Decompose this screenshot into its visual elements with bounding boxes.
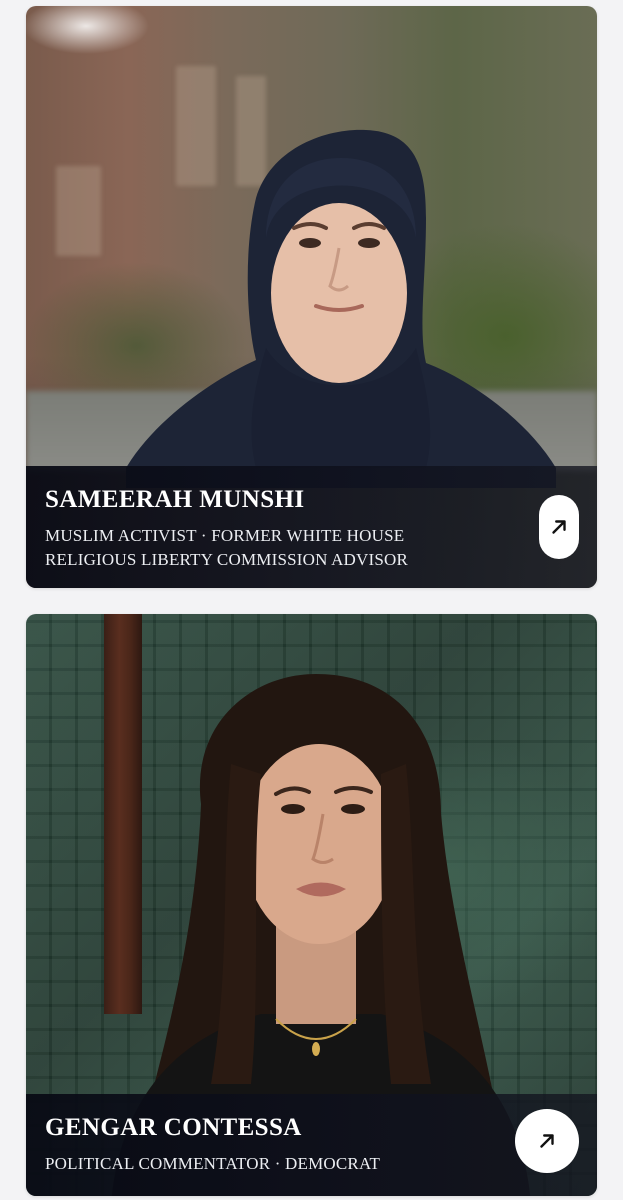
open-profile-button[interactable] xyxy=(515,1109,579,1173)
profile-card[interactable]: SAMEERAH MUNSHI MUSLIM ACTIVIST · FORMER… xyxy=(26,6,597,588)
arrow-up-right-icon xyxy=(552,520,566,534)
portrait-illustration xyxy=(126,129,556,488)
profile-subtitle: POLITICAL COMMENTATOR · DEMOCRAT xyxy=(45,1154,381,1173)
profile-card[interactable]: GENGAR CONTESSA POLITICAL COMMENTATOR · … xyxy=(26,614,597,1196)
open-profile-button[interactable] xyxy=(539,495,579,559)
profile-caption: SAMEERAH MUNSHI MUSLIM ACTIVIST · FORMER… xyxy=(26,466,597,588)
profile-caption: GENGAR CONTESSA POLITICAL COMMENTATOR · … xyxy=(26,1094,597,1196)
profile-feed: SAMEERAH MUNSHI MUSLIM ACTIVIST · FORMER… xyxy=(0,0,623,1200)
profile-name: SAMEERAH MUNSHI xyxy=(45,486,305,513)
profile-subtitle: MUSLIM ACTIVIST · FORMER WHITE HOUSE REL… xyxy=(45,526,409,569)
profile-name: GENGAR CONTESSA xyxy=(45,1114,302,1141)
arrow-up-right-icon xyxy=(540,1134,554,1148)
